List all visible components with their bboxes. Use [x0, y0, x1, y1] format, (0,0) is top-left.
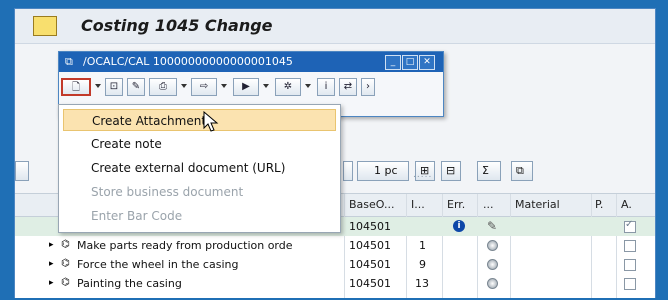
- column-header-p[interactable]: P.: [595, 198, 603, 211]
- operation-icon: ⌬: [61, 258, 70, 269]
- item-cell: 1: [419, 239, 426, 252]
- sum-icon[interactable]: Σ: [477, 161, 501, 181]
- base-cell: 104501: [349, 277, 391, 290]
- table-toolbar-left-button[interactable]: [15, 161, 29, 181]
- status-grey-icon: [487, 259, 498, 270]
- minimize-icon[interactable]: _: [385, 55, 401, 70]
- row-checkbox[interactable]: [624, 259, 636, 271]
- play-icon[interactable]: ▶: [233, 78, 259, 96]
- page-title: Costing 1045 Change: [81, 16, 273, 35]
- forward-icon[interactable]: ⇨: [191, 78, 217, 96]
- table-row[interactable]: Make parts ready from production orde 10…: [15, 236, 655, 255]
- dropdown-arrow-icon[interactable]: [181, 84, 187, 88]
- maximize-icon[interactable]: □: [402, 55, 418, 70]
- operation-text: Painting the casing: [77, 277, 182, 290]
- operation-icon: ⌬: [61, 239, 70, 250]
- create-document-icon[interactable]: 🗋: [61, 78, 91, 96]
- transaction-icon: [33, 16, 57, 36]
- info-icon[interactable]: i: [317, 78, 335, 96]
- mouse-cursor-icon: [203, 111, 219, 132]
- workflow-icon[interactable]: ✲: [275, 78, 301, 96]
- export-icon[interactable]: ⧉: [511, 161, 533, 181]
- expand-arrow-icon[interactable]: ▸: [49, 240, 54, 250]
- menu-item-create-attachment[interactable]: Create Attachment: [63, 109, 336, 131]
- close-icon[interactable]: ✕: [419, 55, 435, 70]
- unit-label: 1 pc: [374, 164, 398, 177]
- dropdown-arrow-icon[interactable]: [263, 84, 269, 88]
- operation-text: Make parts ready from production orde: [77, 239, 293, 252]
- table-row[interactable]: Force the wheel in the casing 104501 9: [15, 255, 655, 274]
- menu-item-enter-bar-code: Enter Bar Code: [91, 209, 183, 223]
- title-bar: Costing 1045 Change: [15, 9, 655, 44]
- status-grey-icon: [487, 240, 498, 251]
- column-header-material[interactable]: Material: [515, 198, 560, 211]
- row-checkbox[interactable]: [624, 219, 636, 233]
- dialog-title-bar: ⧉ /OCALC/CAL 10000000000000001045 _ □ ✕: [59, 52, 443, 72]
- base-cell: 104501: [349, 258, 391, 271]
- info-icon[interactable]: i: [453, 220, 465, 232]
- unit-button[interactable]: 1 pc: [357, 161, 409, 181]
- column-header-item[interactable]: I...: [411, 198, 425, 211]
- dropdown-arrow-icon[interactable]: [95, 84, 101, 88]
- expand-arrow-icon[interactable]: ▸: [49, 259, 54, 269]
- attachment-list-icon[interactable]: ⊡: [105, 78, 123, 96]
- resize-grip[interactable]: .....: [413, 170, 432, 180]
- dialog-window-icon: ⧉: [65, 55, 73, 68]
- operation-icon: ⌬: [61, 277, 70, 288]
- dialog-toolbar: 🗋 ⊡ ✎ ⎙ ⇨ ▶ ✲ i ⇄ ›: [59, 76, 443, 100]
- dropdown-arrow-icon[interactable]: [305, 84, 311, 88]
- base-cell: 104501: [349, 239, 391, 252]
- menu-item-create-note[interactable]: Create note: [63, 133, 336, 155]
- operation-text: Force the wheel in the casing: [77, 258, 239, 271]
- item-cell: 13: [415, 277, 429, 290]
- item-cell: 9: [419, 258, 426, 271]
- menu-item-store-business-document: Store business document: [91, 185, 244, 199]
- relationships-icon[interactable]: ⇄: [339, 78, 357, 96]
- dialog-title: /OCALC/CAL 10000000000000001045: [83, 55, 293, 68]
- menu-item-create-external-document[interactable]: Create external document (URL): [63, 157, 336, 179]
- collapse-icon[interactable]: ⊟: [441, 161, 461, 181]
- row-checkbox[interactable]: [624, 278, 636, 290]
- table-row[interactable]: Painting the casing 104501 13: [15, 274, 655, 293]
- column-header-base[interactable]: BaseO...: [349, 198, 395, 211]
- column-header-status[interactable]: ...: [483, 198, 494, 211]
- row-checkbox[interactable]: [624, 240, 636, 252]
- print-icon[interactable]: ⎙: [149, 78, 177, 96]
- column-header-error[interactable]: Err.: [447, 198, 465, 211]
- more-icon[interactable]: ›: [361, 78, 375, 96]
- dropdown-button[interactable]: [343, 161, 353, 181]
- dropdown-arrow-icon[interactable]: [221, 84, 227, 88]
- status-grey-icon: [487, 278, 498, 289]
- edit-icon[interactable]: ✎: [127, 78, 145, 96]
- column-header-a[interactable]: A.: [621, 198, 632, 211]
- pencil-icon[interactable]: ✎: [487, 219, 497, 233]
- create-menu: Create Attachment Create note Create ext…: [58, 104, 341, 233]
- base-cell: 104501: [349, 220, 391, 233]
- expand-arrow-icon[interactable]: ▸: [49, 278, 54, 288]
